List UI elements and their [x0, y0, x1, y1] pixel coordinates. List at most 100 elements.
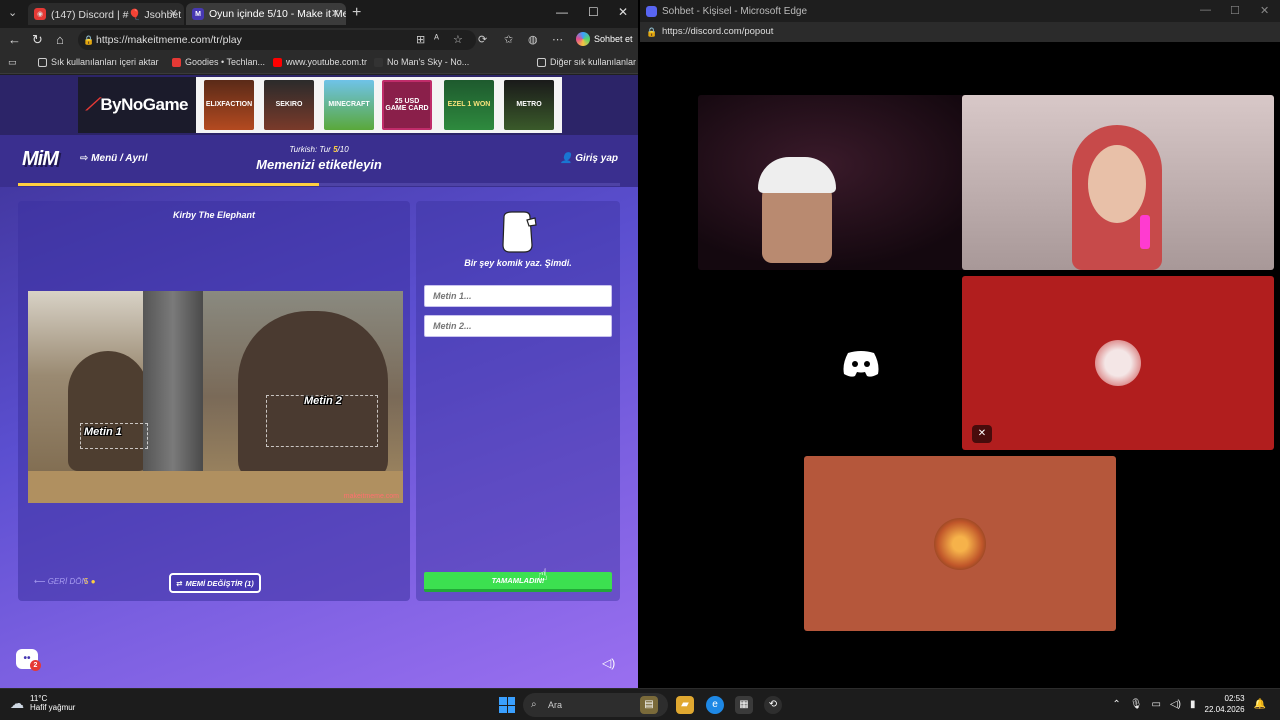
split-screen-icon[interactable]: ⊞	[416, 33, 425, 46]
close-icon[interactable]: ✕	[331, 7, 340, 20]
ad-game-card: EZEL 1 WON	[444, 80, 494, 130]
bookmark-youtube[interactable]: www.youtube.com.tr	[273, 57, 367, 67]
meme-image: Metin 1 Metin 2 makeitmeme.com	[28, 291, 403, 503]
discord-window-title: Sohbet - Kişisel - Microsoft Edge	[662, 5, 808, 17]
back-icon[interactable]: ←	[8, 32, 21, 47]
coin-counter: 5 ●	[84, 577, 96, 586]
tab-makeitmeme[interactable]: M Oyun içinde 5/10 - Make it Meme ✕	[186, 3, 346, 25]
volume-icon[interactable]: ◁)	[1170, 699, 1181, 710]
minimize-icon[interactable]: —	[556, 5, 568, 19]
network-icon[interactable]: ▭	[1152, 699, 1161, 710]
discord-url-bar[interactable]: 🔒 https://discord.com/popout	[640, 22, 1280, 42]
coin-icon: ●	[90, 577, 96, 586]
ad-game-card: MINECRAFT	[324, 80, 374, 130]
search-icon: ⌕	[531, 699, 537, 710]
read-aloud-icon[interactable]: ᴬ	[434, 33, 439, 45]
weather-widget[interactable]: ☁ 11°C Hafif yağmur	[10, 694, 75, 712]
hand-cursor-icon: ☝	[538, 567, 548, 584]
window-close-icon[interactable]: ✕	[1260, 4, 1269, 17]
change-meme-button[interactable]: ⇄ MEMİ DEĞİŞTİR (1)	[169, 573, 261, 593]
clock[interactable]: 02:53 22.04.2026	[1205, 693, 1245, 715]
headphones	[758, 157, 836, 193]
watermark: makeitmeme.com	[343, 493, 399, 500]
notification-icon[interactable]: 🔔	[1254, 699, 1266, 710]
person-face	[1088, 145, 1146, 223]
chevron-up-icon[interactable]: ⌃	[1112, 699, 1120, 710]
ad-banner: ⟋ ByNoGame ELIXFACTION SEKIRO MINECRAFT 2…	[0, 75, 638, 135]
edge-icon[interactable]: e	[706, 696, 724, 714]
round-progress-bar	[18, 183, 620, 186]
windows-taskbar: ☁ 11°C Hafif yağmur ⌕ Ara ▤ ▰ e ▦ ⟲ ⌃ 🎙 …	[0, 688, 1280, 720]
video-tile-user2[interactable]	[962, 95, 1274, 270]
cloud-rain-icon: ☁	[10, 694, 24, 711]
swap-icon: ⇄	[176, 578, 183, 588]
favorite-star-icon[interactable]: ☆	[453, 33, 463, 46]
bookmarks-bar: ▭ Sık kullanılanları içeri aktar Goodies…	[0, 52, 638, 74]
video-tile-user3[interactable]	[698, 276, 1002, 450]
temperature: 11°C	[30, 694, 48, 703]
bookmark-goodies[interactable]: Goodies • Techlan...	[172, 57, 265, 67]
minimize-icon[interactable]: —	[1200, 4, 1211, 16]
battery-icon[interactable]: ▮	[1190, 699, 1196, 710]
home-icon[interactable]: ⌂	[56, 32, 64, 47]
bookmark-nomanssky[interactable]: No Man's Sky - No...	[374, 57, 469, 67]
maximize-icon[interactable]: ☐	[1230, 4, 1240, 17]
muted-icon: ✕	[972, 425, 992, 443]
round-indicator: Turkish: Tur 5/10	[289, 145, 349, 154]
favorites-icon[interactable]: ✩	[504, 33, 513, 46]
maximize-icon[interactable]: ☐	[588, 5, 599, 19]
tab-discord[interactable]: ◉ (147) Discord | #🎈 Jsohbet ✕	[28, 3, 184, 25]
start-icon[interactable]	[499, 697, 515, 713]
done-button[interactable]: TAMAMLADIN!	[424, 572, 612, 592]
caption-input-2[interactable]	[424, 315, 612, 337]
weather-desc: Hafif yağmur	[30, 703, 76, 712]
discord-popout-window: Sohbet - Kişisel - Microsoft Edge — ☐ ✕ …	[640, 0, 1280, 688]
refresh-icon[interactable]: ↻	[32, 32, 43, 48]
app-icon[interactable]: ⟲	[764, 696, 782, 714]
lock-icon: 🔒	[646, 27, 658, 37]
caption-panel: Bir şey komik yaz. Şimdi.	[416, 201, 620, 601]
new-tab-icon[interactable]: +	[352, 4, 361, 22]
ad-content[interactable]: ⟋ ByNoGame ELIXFACTION SEKIRO MINECRAFT 2…	[78, 77, 562, 133]
discord-logo-icon	[843, 351, 879, 377]
tab-actions-icon[interactable]: ⌄	[8, 6, 17, 19]
more-icon[interactable]: ⋯	[552, 33, 563, 46]
meme-text-2: Metin 2	[304, 395, 342, 407]
tab-title: (147) Discord | #🎈 Jsohbet	[51, 8, 182, 21]
browser-window-left: ⌄ ◉ (147) Discord | #🎈 Jsohbet ✕ M Oyun …	[0, 0, 638, 688]
sound-icon[interactable]: ◁)	[602, 656, 615, 670]
back-button[interactable]: ⟵ GERİ DÖN	[34, 577, 87, 586]
lock-icon: 🔒	[83, 35, 95, 45]
video-tile-user5[interactable]	[804, 456, 1116, 631]
store-icon[interactable]: ▦	[735, 696, 753, 714]
round-title: Memenizi etiketleyin	[256, 157, 382, 172]
address-bar-row: ← ↻ ⌂ 🔒 https://makeitmeme.com/tr/play ⊞…	[0, 28, 638, 52]
meme-title: Kirby The Elephant	[172, 210, 255, 220]
microphone-light	[1140, 215, 1150, 249]
goodies-icon	[172, 57, 181, 67]
widgets-icon[interactable]: ▤	[640, 696, 658, 714]
bookmarks-menu-icon[interactable]: ▭	[8, 57, 17, 68]
ad-game-card: METRO	[504, 80, 554, 130]
login-link[interactable]: 👤 Giriş yap	[560, 153, 618, 164]
baby-elephant-left	[68, 351, 148, 471]
bookmark-import[interactable]: Sık kullanılanları içeri aktar	[38, 57, 159, 67]
video-tile-user1[interactable]	[698, 95, 1002, 270]
bookmark-other[interactable]: Diğer sık kullanılanlar	[537, 57, 636, 67]
system-tray: ⌃ 🎙 ▭ ◁) ▮ 02:53 22.04.2026 🔔	[1112, 693, 1266, 715]
video-tile-user4[interactable]: ✕	[962, 276, 1274, 450]
file-explorer-icon[interactable]: ▰	[676, 696, 694, 714]
user-icon: 👤	[559, 153, 576, 164]
extensions-icon[interactable]: ⟳	[478, 33, 487, 46]
tab-title: Oyun içinde 5/10 - Make it Meme	[209, 8, 346, 20]
window-close-icon[interactable]: ✕	[618, 5, 628, 19]
copilot-button[interactable]: Sohbet et	[576, 32, 633, 46]
meme-text-1: Metin 1	[84, 426, 122, 438]
tab-strip: ⌄ ◉ (147) Discord | #🎈 Jsohbet ✕ M Oyun …	[0, 0, 638, 28]
profile-icon[interactable]: ◍	[528, 33, 538, 46]
copilot-icon	[576, 32, 590, 46]
caption-prompt: Bir şey komik yaz. Şimdi.	[464, 258, 572, 268]
microphone-icon[interactable]: 🎙	[1130, 699, 1143, 710]
close-icon[interactable]: ✕	[169, 7, 178, 20]
caption-input-1[interactable]	[424, 285, 612, 307]
